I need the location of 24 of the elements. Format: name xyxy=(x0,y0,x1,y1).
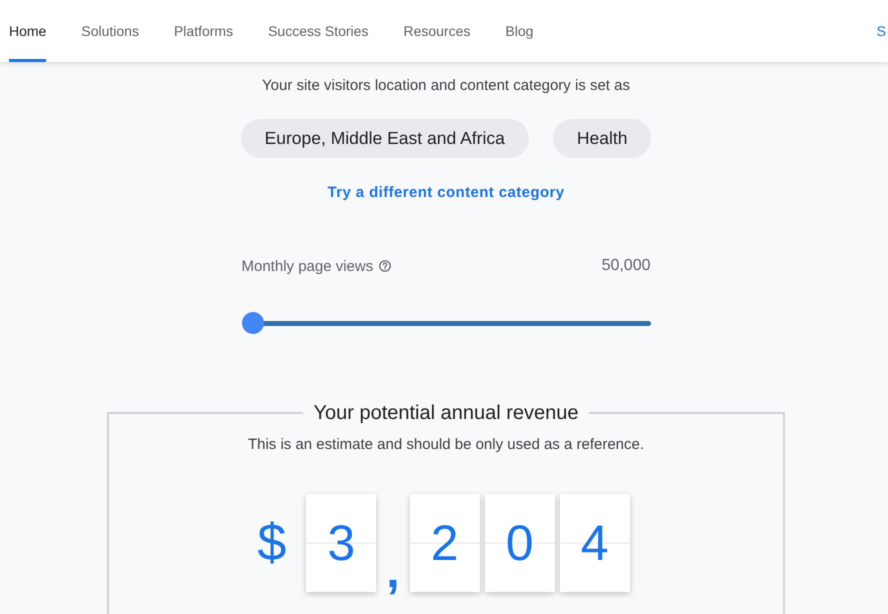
nav-tab[interactable]: Success Stories xyxy=(268,0,368,62)
currency-sign: $ xyxy=(257,513,286,573)
revenue-note: This is an estimate and should be only used as a reference. xyxy=(248,435,644,455)
thousands-separator: , xyxy=(386,552,400,592)
help-icon[interactable] xyxy=(379,260,392,272)
page-views-label: Monthly page views xyxy=(242,258,374,274)
digit-tile: 2 xyxy=(410,494,480,592)
nav-tab[interactable]: Platforms xyxy=(174,0,234,62)
nav-tab[interactable]: Resources xyxy=(403,0,470,62)
nav-tab[interactable]: Blog xyxy=(505,0,534,62)
slider-thumb[interactable] xyxy=(242,312,264,334)
nav-tab[interactable]: Home xyxy=(9,0,46,62)
revenue-title: Your potential annual revenue xyxy=(312,401,580,426)
page-views-value: 50,000 xyxy=(602,257,650,275)
digit-tile: 3 xyxy=(306,494,376,592)
page-views-slider[interactable] xyxy=(242,312,650,334)
setting-chip[interactable]: Health xyxy=(552,119,652,158)
nav-link[interactable]: S xyxy=(876,0,886,62)
digit-tile: 0 xyxy=(484,494,555,592)
settings-intro-text: Your site visitors location and content category is set as xyxy=(262,76,630,96)
setting-chip[interactable]: Europe, Middle East and Africa xyxy=(240,119,529,158)
change-category-link[interactable]: Try a different content category xyxy=(327,183,565,203)
nav-tab[interactable]: Solutions xyxy=(81,0,139,62)
digit-tile: 4 xyxy=(560,494,630,592)
